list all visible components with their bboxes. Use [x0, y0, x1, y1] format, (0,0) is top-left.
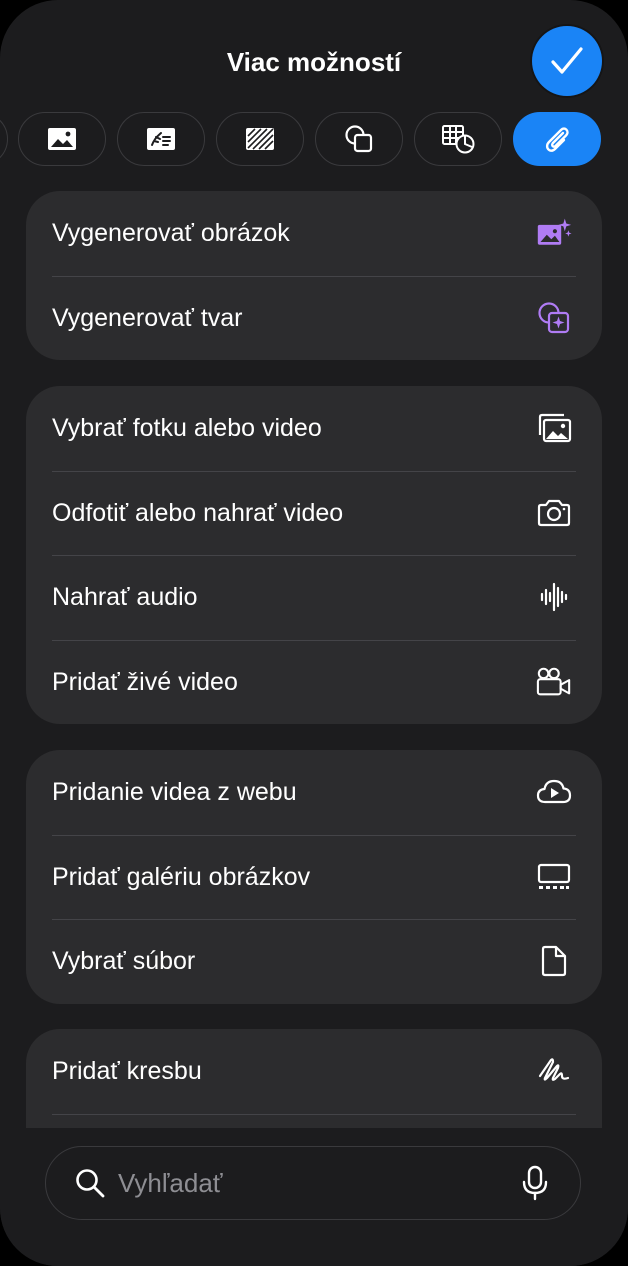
- tool-pattern[interactable]: [216, 112, 304, 166]
- media-icon: [147, 128, 175, 150]
- tool-media[interactable]: [117, 112, 205, 166]
- microphone-icon[interactable]: [520, 1165, 550, 1201]
- tool-image[interactable]: [18, 112, 106, 166]
- scribble-icon: [536, 1053, 572, 1089]
- menu-item-label: Pridať kresbu: [52, 1057, 202, 1086]
- menu-item-label: Pridať galériu obrázkov: [52, 862, 311, 891]
- shapes-icon: [345, 125, 373, 153]
- magnifier-icon: [76, 1169, 105, 1198]
- tool-attachment[interactable]: [513, 112, 601, 166]
- menu-item-record-audio[interactable]: Nahrať audio: [26, 555, 602, 640]
- table-chart-icon: [442, 125, 475, 154]
- menu-item-label: Vygenerovať tvar: [52, 303, 243, 332]
- tool-shapes[interactable]: [315, 112, 403, 166]
- menu-item-web-video[interactable]: Pridanie videa z webu: [26, 750, 602, 835]
- menu-item-label: Pridať živé video: [52, 667, 238, 696]
- media-options-group: Vybrať fotku alebo video Odfotiť alebo n…: [26, 386, 602, 724]
- document-icon: [536, 943, 572, 979]
- menu-item-label: Pridanie videa z webu: [52, 778, 297, 807]
- tool-previous-partial[interactable]: [0, 112, 8, 166]
- cloud-play-icon: [536, 774, 572, 810]
- checkmark-icon: [551, 47, 583, 74]
- sparkle-shape-icon: [536, 300, 572, 336]
- menu-item-label: Nahrať audio: [52, 583, 198, 612]
- sparkle-image-icon: [536, 215, 572, 251]
- web-options-group: Pridanie videa z webu Pridať galériu obr…: [26, 750, 602, 1004]
- menu-item-label: Vybrať súbor: [52, 947, 196, 976]
- options-sheet: Viac možností Vygenerovať obrázok Vygene…: [0, 0, 628, 1266]
- menu-item-choose-file[interactable]: Vybrať súbor: [26, 919, 602, 1004]
- menu-item-generate-image[interactable]: Vygenerovať obrázok: [26, 191, 602, 276]
- menu-item-live-video[interactable]: Pridať živé video: [26, 639, 602, 725]
- menu-item-choose-photo[interactable]: Vybrať fotku alebo video: [26, 386, 602, 471]
- insert-toolbar: [0, 112, 628, 166]
- menu-item-add-drawing[interactable]: Pridať kresbu: [26, 1029, 602, 1114]
- gallery-icon: [536, 859, 572, 895]
- menu-item-take-photo[interactable]: Odfotiť alebo nahrať video: [26, 470, 602, 556]
- ai-options-group: Vygenerovať obrázok Vygenerovať tvar: [26, 191, 602, 360]
- photos-icon: [536, 410, 572, 446]
- menu-item-label: Vybrať fotku alebo video: [52, 414, 322, 443]
- image-icon: [48, 128, 76, 150]
- done-button[interactable]: [532, 26, 602, 96]
- menu-item-label: Odfotiť alebo nahrať video: [52, 498, 344, 527]
- search-placeholder: Vyhľadať: [118, 1168, 223, 1198]
- paperclip-icon: [545, 127, 569, 152]
- waveform-icon: [536, 579, 572, 615]
- menu-item-image-gallery[interactable]: Pridať galériu obrázkov: [26, 834, 602, 920]
- menu-item-generate-shape[interactable]: Vygenerovať tvar: [26, 275, 602, 361]
- search-area: Vyhľadať: [0, 1128, 628, 1266]
- camera-icon: [536, 495, 572, 531]
- video-camera-icon: [536, 664, 572, 700]
- tool-table-chart[interactable]: [414, 112, 502, 166]
- menu-item-label: Vygenerovať obrázok: [52, 219, 290, 248]
- pattern-icon: [246, 128, 274, 150]
- search-input[interactable]: Vyhľadať: [45, 1146, 581, 1220]
